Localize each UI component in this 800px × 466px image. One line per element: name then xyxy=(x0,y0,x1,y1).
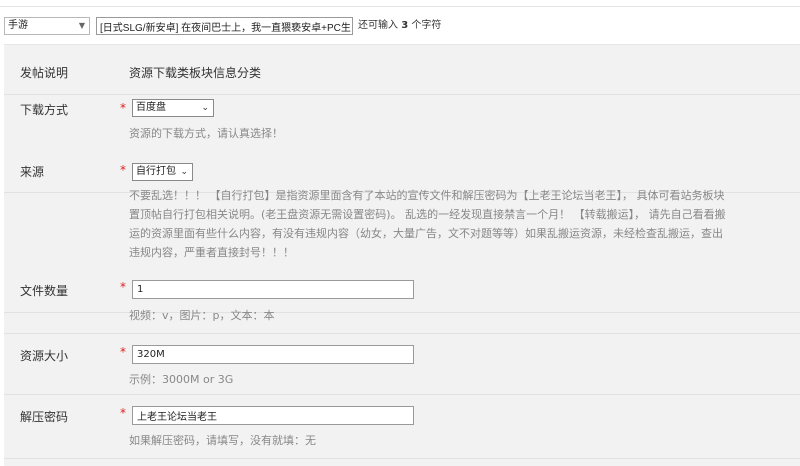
required-mark: * xyxy=(120,406,126,420)
required-mark: * xyxy=(120,345,126,359)
remaining-suffix: 个字符 xyxy=(411,20,442,31)
thread-title-input[interactable] xyxy=(96,17,353,35)
password-input[interactable] xyxy=(132,406,414,425)
remaining-prefix: 还可输入 xyxy=(358,20,398,31)
source-select[interactable]: 自行打包 ⌄ xyxy=(132,163,193,181)
download-method-select[interactable]: 百度盘 ⌄ xyxy=(132,99,214,117)
source-value: 自行打包 xyxy=(136,166,176,177)
chevron-down-icon: ▼ xyxy=(78,21,85,30)
password-hint: 如果解压密码，请填写，没有就填：无 xyxy=(129,434,316,447)
size-hint: 示例：3000M or 3G xyxy=(129,373,234,386)
download-method-label: 下载方式 xyxy=(20,103,69,117)
source-label: 来源 xyxy=(20,165,45,179)
chevron-down-icon: ⌄ xyxy=(201,103,209,113)
top-bar: 手游 ▼ 还可输入 3 个字符 xyxy=(0,0,800,40)
remaining-count: 3 xyxy=(401,20,409,31)
size-input[interactable] xyxy=(132,345,414,364)
row-password: 解压密码 * 如果解压密码，请填写，没有就填：无 xyxy=(4,395,800,459)
divider xyxy=(0,6,800,7)
source-description: 不要乱选！！！ 【自行打包】是指资源里面含有了本站的宣传文件和解压密码为【上老王… xyxy=(129,186,800,262)
file-count-hint: 视频：v，图片：p，文本：本 xyxy=(129,309,275,322)
post-form: 发帖说明 资源下载类板块信息分类 下载方式 * 百度盘 ⌄ 资源的下载方式，请认… xyxy=(4,44,800,466)
required-mark: * xyxy=(120,280,126,294)
intro-label: 发帖说明 xyxy=(20,66,69,80)
download-method-value: 百度盘 xyxy=(136,102,166,113)
download-method-hint: 资源的下载方式，请认真选择！ xyxy=(129,127,283,140)
remaining-chars-text: 还可输入 3 个字符 xyxy=(358,17,441,35)
source-desc-line: 违规内容，严重者直接封号！！！ xyxy=(129,246,294,259)
chevron-down-icon: ⌄ xyxy=(180,167,188,177)
category-select[interactable]: 手游 ▼ xyxy=(4,17,90,35)
password-label: 解压密码 xyxy=(20,410,69,424)
source-desc-line: 置顶帖自行打包相关说明。(老王盘资源无需设置密码)。 乱选的一经发现直接禁言一个… xyxy=(129,208,726,221)
row-intro: 发帖说明 资源下载类板块信息分类 xyxy=(4,45,800,95)
row-size: 资源大小 * 示例：3000M or 3G xyxy=(4,334,800,395)
intro-text: 资源下载类板块信息分类 xyxy=(129,66,262,80)
size-label: 资源大小 xyxy=(20,349,69,363)
required-mark: * xyxy=(120,163,126,177)
category-select-value: 手游 xyxy=(8,20,28,31)
file-count-label: 文件数量 xyxy=(20,284,69,298)
source-desc-line: 运的资源里面有些什么内容，有没有违规内容（幼女，大量广告，文不对题等等）如果乱搬… xyxy=(129,227,723,240)
required-mark: * xyxy=(120,101,126,115)
source-desc-line: 不要乱选！！！ 【自行打包】是指资源里面含有了本站的宣传文件和解压密码为【上老王… xyxy=(129,189,725,202)
file-count-input[interactable] xyxy=(132,280,414,299)
row-file-count: 文件数量 * 视频：v，图片：p，文本：本 xyxy=(4,268,800,334)
